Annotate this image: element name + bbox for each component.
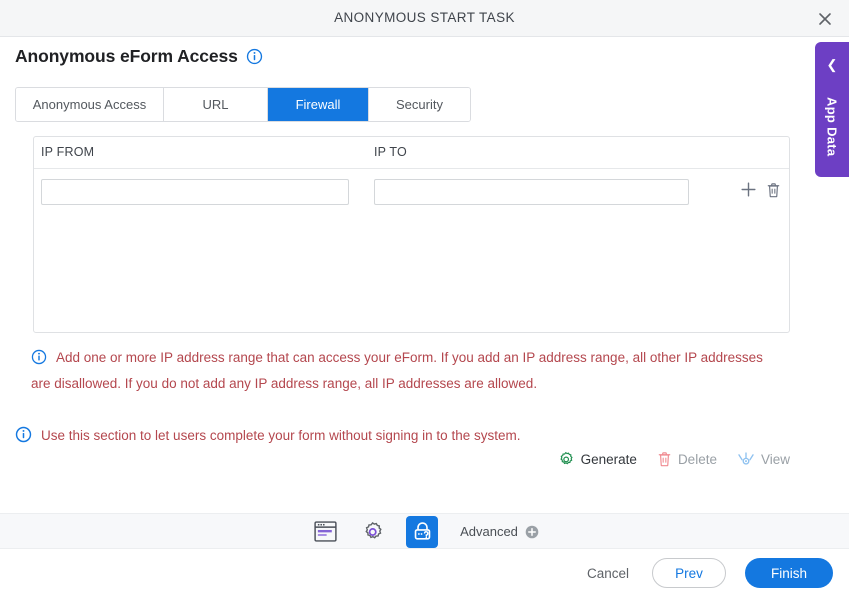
tab-firewall[interactable]: Firewall [268,88,369,121]
prev-button[interactable]: Prev [652,558,726,588]
ip-to-input[interactable] [374,179,689,205]
settings-button[interactable] [358,518,388,546]
section-note: Use this section to let users complete y… [15,426,775,446]
link-action-row: Generate Delete View [558,450,790,468]
trash-icon [767,182,780,197]
close-button[interactable] [811,5,839,32]
anonymous-access-button[interactable] [406,515,439,548]
delete-row-button[interactable] [766,182,781,198]
table-row [34,169,789,214]
app-data-label: App Data [824,97,840,157]
tab-security[interactable]: Security [369,88,470,121]
trash-icon [658,452,671,467]
info-circle-icon [15,426,32,443]
chevron-left-icon: ❮ [826,57,838,72]
bottom-toolbar-items: Advanced [0,514,849,549]
tab-url[interactable]: URL [164,88,268,121]
view-icon [738,452,754,465]
dialog-footer: Cancel Prev Finish [0,549,849,598]
tab-bar: Anonymous Access URL Firewall Security [15,87,471,122]
grid-header-row: IP FROM IP TO [34,137,789,169]
form-window-icon [313,521,337,542]
generate-label: Generate [580,451,637,467]
column-header-ip-from: IP FROM [41,145,95,159]
close-icon [819,12,831,25]
add-row-button[interactable] [740,181,757,198]
delete-label: Delete [677,451,717,467]
page-header: Anonymous eForm Access [15,46,263,67]
info-circle-icon[interactable] [246,48,263,65]
view-label: View [760,451,790,467]
form-designer-button[interactable] [310,518,340,546]
ip-from-input[interactable] [41,179,349,205]
cancel-button[interactable]: Cancel [583,560,633,587]
advanced-label: Advanced [460,524,518,539]
tab-anonymous-access[interactable]: Anonymous Access [16,88,164,121]
plus-circle-icon [525,525,539,538]
firewall-note: Add one or more IP address range that ca… [31,345,771,397]
delete-button[interactable]: Delete [657,451,717,467]
info-circle-icon [31,349,47,365]
footer-buttons: Cancel Prev Finish [583,558,833,588]
column-header-ip-to: IP TO [374,145,407,159]
generate-button[interactable]: Generate [558,451,637,468]
page-title: Anonymous eForm Access [15,46,238,66]
view-button[interactable]: View [737,450,790,468]
firewall-note-text: Add one or more IP address range that ca… [31,350,763,391]
row-action-group [740,181,781,198]
window-title-bar: ANONYMOUS START TASK [0,0,849,37]
window-title: ANONYMOUS START TASK [334,10,515,25]
section-note-text: Use this section to let users complete y… [41,428,521,443]
lock-question-icon [414,522,430,540]
advanced-button[interactable]: Advanced [460,524,539,539]
app-data-panel-tab[interactable]: ❮ App Data [815,42,849,177]
gear-icon [559,451,573,464]
bottom-toolbar: Advanced [0,513,849,549]
finish-button[interactable]: Finish [745,558,833,588]
gear-icon [365,521,382,539]
plus-icon [741,182,756,197]
ip-range-grid: IP FROM IP TO [33,136,790,333]
